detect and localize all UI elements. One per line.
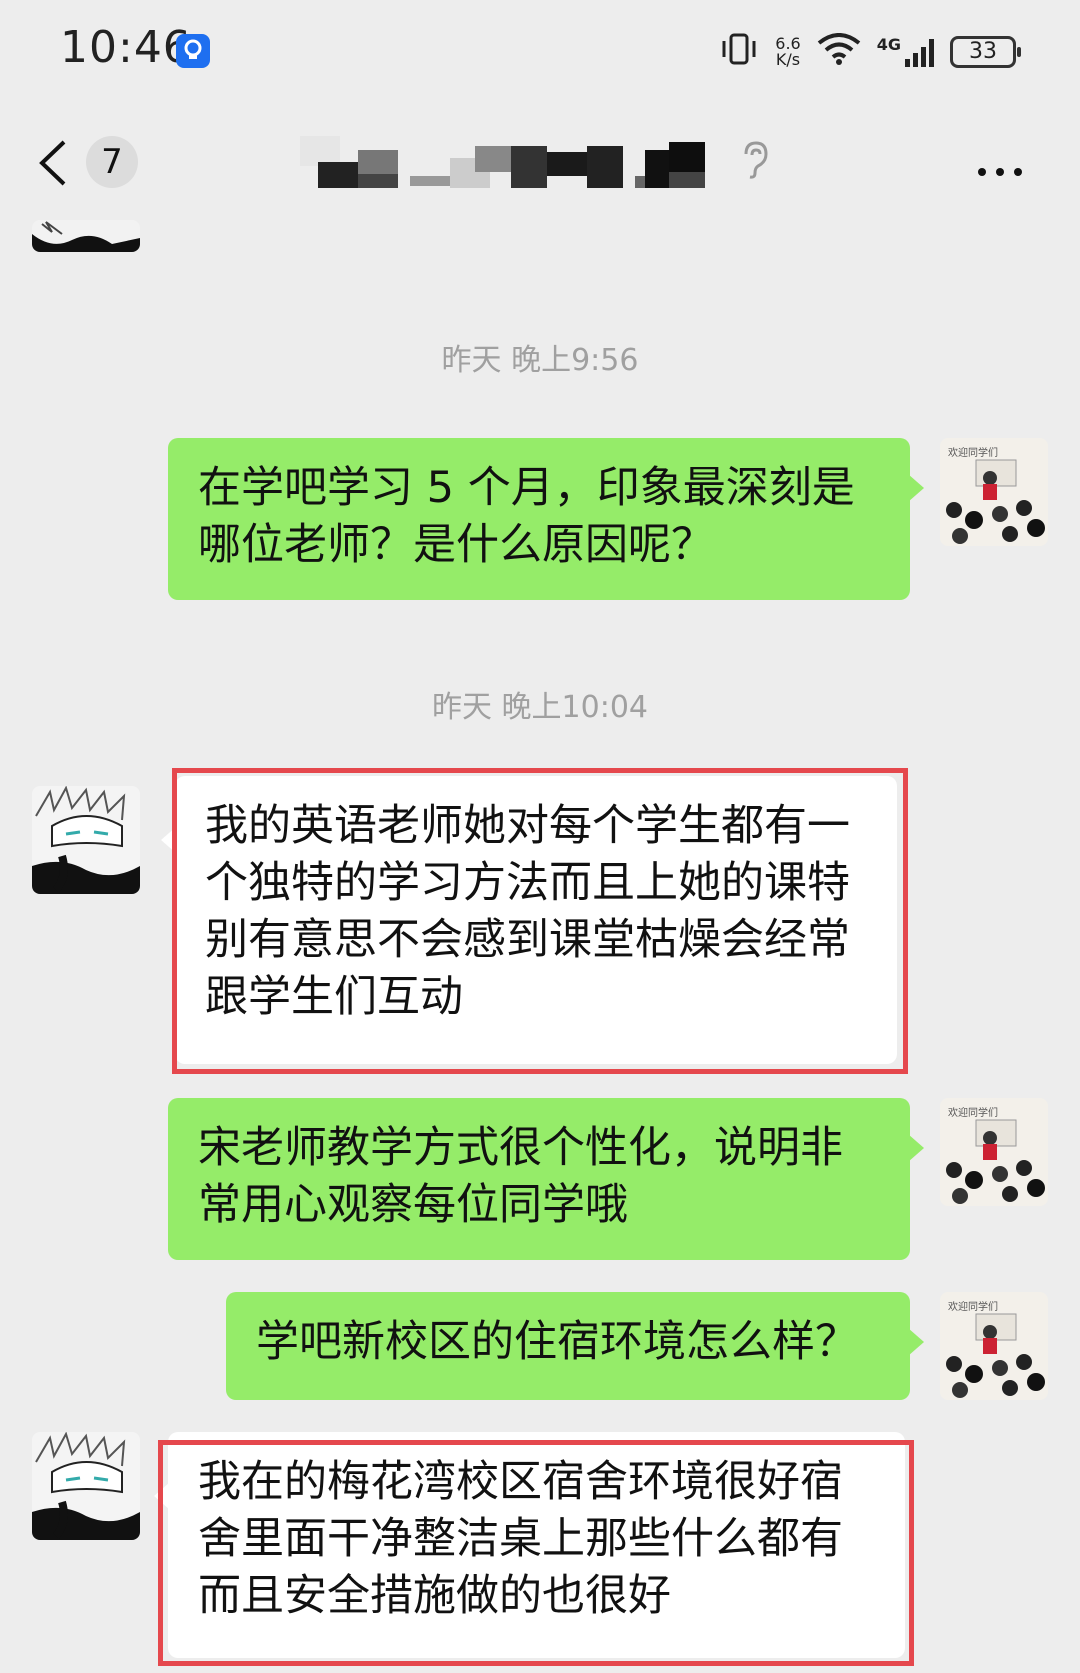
message-bubble-them[interactable]: 我在的梅花湾校区宿舍环境很好宿舍里面干净整洁桌上那些什么都有而且安全措施做的也很… — [154, 1432, 905, 1658]
svg-text:欢迎同学们: 欢迎同学们 — [948, 446, 998, 459]
unread-count-badge[interactable]: 7 — [86, 136, 138, 188]
status-time: 10:46 — [60, 22, 192, 73]
ear-icon — [740, 140, 770, 190]
avatar-them[interactable] — [32, 1432, 140, 1540]
svg-text:欢迎同学们: 欢迎同学们 — [948, 1300, 998, 1313]
timestamp: 昨天 晚上10:04 — [432, 690, 648, 725]
message-bubble-them[interactable]: 我的英语老师她对每个学生都有一个独特的学习方法而且上她的课特别有意思不会感到课堂… — [161, 776, 897, 1064]
message-bubble-me[interactable]: 宋老师教学方式很个性化，说明非常用心观察每位同学哦 — [168, 1098, 924, 1260]
status-icons: 6.6 K/s 4G 33 — [719, 28, 1021, 76]
timestamp: 昨天 晚上9:56 — [441, 343, 639, 378]
net-speed: 6.6 K/s — [775, 36, 800, 68]
avatar-them[interactable] — [32, 786, 140, 894]
status-bar: 10:46 6.6 K/s 4G 33 — [0, 0, 1080, 100]
chat-title-pixelated[interactable] — [300, 136, 720, 188]
vibrate-icon — [719, 33, 759, 72]
signal-icon: 4G — [877, 37, 934, 67]
avatar-me[interactable]: 欢迎同学们 — [940, 438, 1048, 546]
avatar-me[interactable]: 欢迎同学们 — [940, 1098, 1048, 1206]
bulb-badge-icon — [176, 34, 210, 68]
back-chevron-icon[interactable] — [36, 138, 68, 198]
wifi-icon — [817, 32, 861, 72]
battery-icon: 33 — [950, 36, 1021, 68]
more-icon[interactable] — [976, 142, 1024, 188]
svg-text:欢迎同学们: 欢迎同学们 — [948, 1106, 998, 1119]
chat-header: 7 — [0, 100, 1080, 230]
battery-level: 33 — [969, 39, 997, 64]
avatar-partial[interactable] — [32, 220, 140, 252]
message-bubble-me[interactable]: 学吧新校区的住宿环境怎么样？ — [226, 1292, 924, 1400]
network-type: 4G — [876, 35, 901, 54]
message-bubble-me[interactable]: 在学吧学习 5 个月，印象最深刻是哪位老师？是什么原因呢？ — [168, 438, 924, 600]
net-speed-unit: K/s — [775, 50, 801, 69]
avatar-me[interactable]: 欢迎同学们 — [940, 1292, 1048, 1400]
